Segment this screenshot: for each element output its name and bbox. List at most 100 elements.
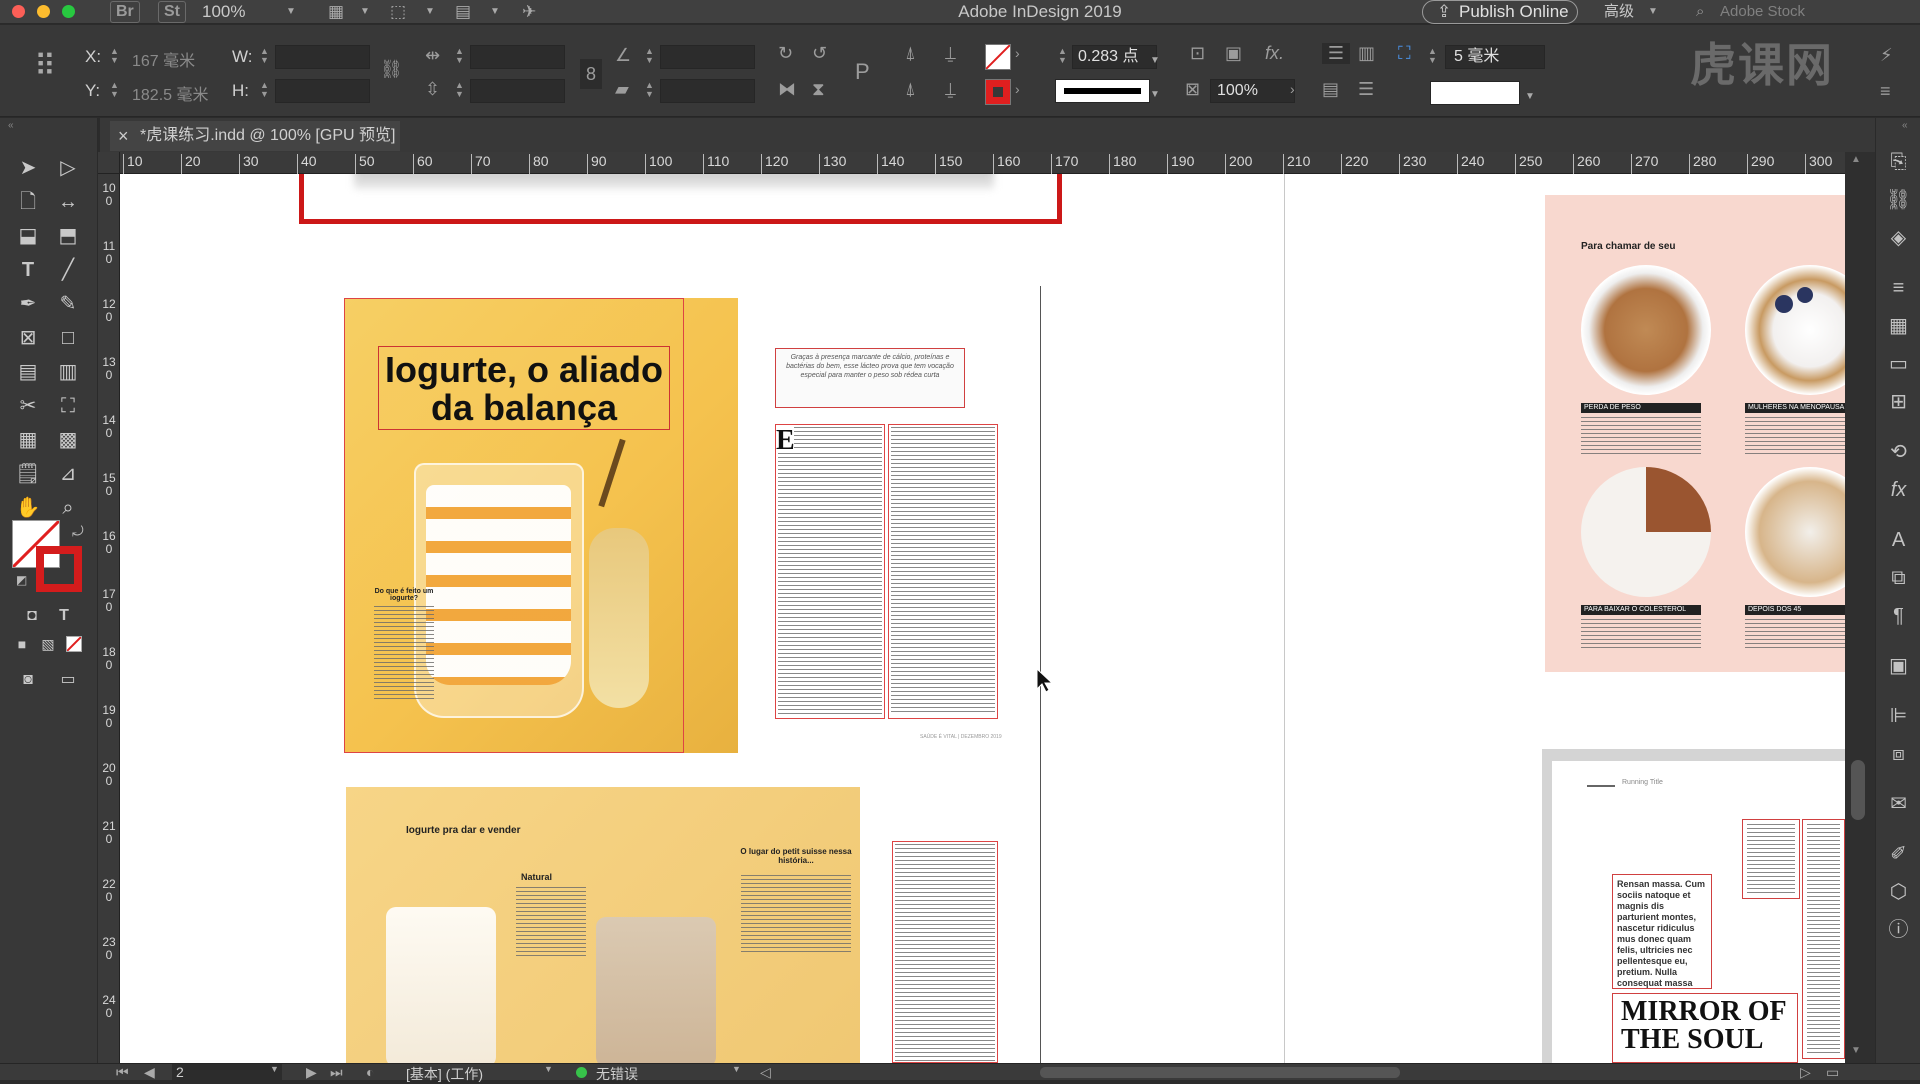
w-stepper[interactable]: ▲ ▼ — [260, 47, 269, 65]
rotate-ccw-icon[interactable]: ↺ — [812, 43, 827, 64]
fitting-icon[interactable]: ⊡ — [1190, 43, 1205, 64]
x-field[interactable]: 167 毫米 — [132, 47, 195, 71]
content-collector-icon[interactable]: ⬓ — [14, 222, 42, 250]
side-column-frame[interactable] — [1802, 819, 1845, 1059]
zoom-level[interactable]: 100% — [202, 0, 245, 24]
flip-horizontal-icon[interactable]: ⧓ — [778, 79, 796, 100]
preflight-errors[interactable]: 无错误 — [596, 1064, 638, 1084]
apply-color-icon[interactable]: ■ — [8, 630, 36, 658]
gap-stepper[interactable]: ▲ ▼ — [1428, 47, 1437, 65]
select-next-icon[interactable]: ⍊ — [945, 43, 956, 64]
text-wrap-none-icon[interactable]: ☰ — [1322, 43, 1350, 64]
body-column-3[interactable] — [892, 841, 998, 1063]
scroll-right-icon[interactable]: ▷ — [1800, 1064, 1811, 1081]
horizontal-scrollbar-thumb[interactable] — [1040, 1067, 1400, 1078]
gradient-feather-tool-icon[interactable]: ▩ — [54, 426, 82, 454]
gap-tool-icon[interactable]: ↔ — [54, 188, 82, 216]
chevron-down-icon[interactable]: ▼ — [1150, 83, 1160, 107]
selected-image-frame[interactable] — [299, 174, 1062, 224]
stroke-panel-icon[interactable]: ≡ — [1876, 270, 1920, 306]
close-window-button[interactable] — [12, 5, 25, 18]
effects-panel-icon[interactable]: fx — [1876, 472, 1920, 508]
deck-text-frame[interactable]: Graças à presença marcante de cálcio, pr… — [775, 348, 965, 408]
publish-rocket-icon[interactable]: ✈ — [522, 0, 536, 24]
next-page-icon[interactable]: ▶ — [306, 1064, 317, 1081]
first-page-icon[interactable]: ⏮ — [116, 1064, 129, 1081]
page-number-field[interactable]: 2 — [172, 1064, 282, 1080]
bridge-app-button[interactable]: Br — [110, 1, 140, 23]
apply-none-icon[interactable] — [66, 636, 82, 652]
cc-libraries-icon[interactable]: ⊞ — [1876, 384, 1920, 420]
select-next-object-icon[interactable]: ⍊ — [945, 79, 956, 100]
swap-fill-stroke-icon[interactable]: ⤾ — [72, 523, 84, 540]
pathfinder-panel-icon[interactable]: ⧈ — [1876, 736, 1920, 772]
body-column-2[interactable] — [888, 424, 998, 719]
y-stepper[interactable]: ▲ ▼ — [110, 81, 119, 99]
pencil-tool-icon[interactable]: ✎ — [54, 290, 82, 318]
gradient-panel-icon[interactable]: ▭ — [1876, 346, 1920, 382]
rectangle-frame-tool-icon[interactable]: ⊠ — [14, 324, 42, 352]
select-content-icon[interactable]: ⍋ — [905, 79, 916, 100]
scrollbar-thumb[interactable] — [1851, 760, 1865, 820]
content-grabber-icon[interactable]: ⬡ — [1876, 874, 1920, 910]
preflight-profile[interactable]: [基本] (工作) — [406, 1064, 483, 1084]
title-frame[interactable]: Iogurte, o aliado da balança — [378, 346, 670, 430]
workspace-switcher[interactable]: 高级 — [1604, 0, 1634, 24]
rotate-field[interactable] — [660, 45, 755, 69]
rectangle-tool-icon[interactable]: □ — [54, 324, 82, 352]
swatches-panel-icon[interactable]: ▦ — [1876, 308, 1920, 344]
stroke-type-field[interactable] — [1055, 79, 1150, 103]
gradient-swatch-tool-icon[interactable]: ▦ — [14, 426, 42, 454]
body-column-1[interactable]: E — [775, 424, 885, 719]
chevron-down-icon[interactable]: ▼ — [1648, 0, 1658, 24]
info-panel-icon[interactable]: ⓘ — [1876, 912, 1920, 948]
page-tool-icon[interactable]: 🗋 — [14, 188, 42, 216]
stroke-menu-icon[interactable]: › — [1015, 81, 1020, 97]
yogurt-spread-image[interactable]: Iogurte, o aliado da balança Do que é fe… — [344, 298, 738, 753]
zoom-tool-icon[interactable]: ⌕ — [54, 494, 82, 522]
formatting-text-icon[interactable]: T — [50, 602, 78, 630]
select-previous-icon[interactable]: ⍋ — [905, 43, 916, 64]
stroke-weight-field[interactable]: 0.283 点 — [1072, 45, 1157, 69]
fill-menu-icon[interactable]: › — [1015, 45, 1020, 61]
link-scale-icon[interactable]: 8 — [580, 59, 602, 89]
eyedropper-tool-icon[interactable]: ⊿ — [54, 460, 82, 488]
tab-document[interactable]: × *虎课练习.indd @ 100% [GPU 预览] — [110, 121, 400, 151]
constrain-proportions-icon[interactable]: ⛓ — [380, 59, 403, 80]
opacity-menu-icon[interactable]: › — [1290, 81, 1295, 97]
reference-point-icon[interactable]: ⠿ — [34, 49, 56, 84]
flip-vertical-icon[interactable]: ⧗ — [812, 79, 825, 100]
character-styles-icon[interactable]: ⧉ — [1876, 560, 1920, 596]
stock-app-button[interactable]: St — [158, 1, 186, 23]
vertical-scrollbar[interactable] — [1845, 152, 1875, 1063]
previous-page-icon[interactable]: ◀ — [144, 1064, 155, 1081]
zoom-window-button[interactable] — [62, 5, 75, 18]
shear-stepper[interactable]: ▲ ▼ — [645, 81, 654, 99]
chevron-down-icon[interactable]: ▼ — [732, 1064, 741, 1074]
layers-panel-icon[interactable]: ◈ — [1876, 220, 1920, 256]
auto-fit-icon[interactable]: ⛶ — [1398, 43, 1411, 64]
pages-panel-icon[interactable]: ⎘ — [1876, 144, 1920, 180]
document-canvas[interactable]: Iogurte, o aliado da balança Do que é fe… — [120, 174, 1845, 1063]
scroll-up-icon[interactable]: ▲ — [1851, 154, 1861, 165]
gap-field[interactable]: 5 毫米 — [1445, 45, 1545, 69]
stroke-weight-stepper[interactable]: ▲ ▼ — [1058, 47, 1067, 65]
note-tool-icon[interactable]: 🗒 — [14, 460, 42, 488]
text-wrap-bounding-icon[interactable]: ▥ — [1358, 43, 1375, 64]
fill-swatch[interactable] — [985, 44, 1011, 70]
last-page-icon[interactable]: ⏭ — [330, 1064, 343, 1081]
bowls-page-image[interactable]: Para chamar de seu PERDA DE PESO MULHERE… — [1545, 195, 1845, 672]
pull-quote-frame[interactable] — [1742, 819, 1800, 899]
publish-online-button[interactable]: ⇪ Publish Online — [1422, 0, 1578, 24]
close-tab-icon[interactable]: × — [118, 121, 129, 151]
arrange-documents-icon[interactable]: ▤ — [455, 0, 471, 24]
collapse-icon[interactable]: « — [8, 120, 14, 131]
ruler-origin[interactable] — [98, 152, 120, 174]
transform-panel-icon[interactable]: ⟲ — [1876, 434, 1920, 470]
chevron-down-icon[interactable]: ▼ — [544, 1064, 553, 1074]
h-stepper[interactable]: ▲ ▼ — [260, 81, 269, 99]
frame-fitting-icon[interactable]: ▣ — [1225, 43, 1242, 64]
shear-field[interactable] — [660, 79, 755, 103]
scissors-tool-icon[interactable]: ✂ — [14, 392, 42, 420]
formatting-container-icon[interactable]: ◘ — [18, 602, 46, 630]
